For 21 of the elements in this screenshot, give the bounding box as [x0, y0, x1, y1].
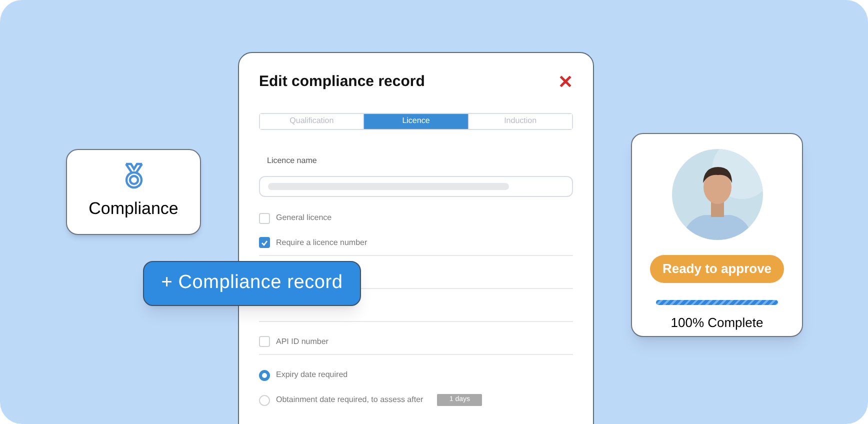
checkbox[interactable]	[259, 336, 270, 347]
tab[interactable]: Licence	[363, 114, 468, 128]
field-label: Licence name	[267, 154, 318, 166]
option-label: Require a licence number	[276, 236, 368, 248]
licence-name-field[interactable]	[259, 176, 573, 196]
option-label: API ID number	[276, 336, 328, 348]
option-label: General licence	[276, 212, 332, 224]
add-record-button[interactable]: + Compliance record	[143, 261, 361, 306]
radio-button[interactable]	[259, 370, 270, 380]
progress-text: 100% Complete	[670, 314, 764, 332]
card-label: Compliance	[88, 198, 178, 220]
option-label: Expiry date required	[276, 369, 348, 381]
medal-icon	[122, 162, 144, 190]
status-badge: Ready to approve	[650, 255, 784, 282]
option-label: Obtainment date required, to assess after	[276, 394, 424, 406]
checkbox[interactable]	[259, 237, 270, 248]
check-icon	[261, 240, 268, 246]
dialog-title: Edit compliance record	[259, 72, 425, 92]
close-button[interactable]: ✕	[558, 73, 573, 92]
tab[interactable]: Induction	[468, 114, 572, 128]
checkbox[interactable]	[259, 212, 270, 224]
